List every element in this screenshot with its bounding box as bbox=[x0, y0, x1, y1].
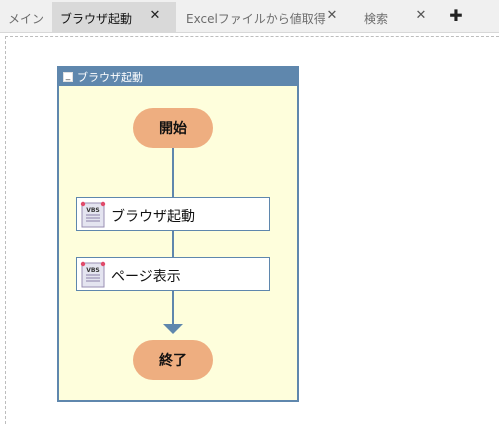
action-browser-launch[interactable]: VBS ブラウザ起動 bbox=[76, 197, 270, 231]
tab-main[interactable]: メイン bbox=[0, 2, 48, 32]
action-label: ブラウザ起動 bbox=[111, 209, 195, 225]
tab-label: Excelファイルから値取得 bbox=[186, 12, 326, 26]
start-node[interactable]: 開始 bbox=[133, 108, 213, 148]
tab-excel-get-value[interactable]: Excelファイルから値取得 ✕ bbox=[178, 2, 348, 32]
add-tab-icon[interactable]: ✚ bbox=[446, 6, 466, 26]
tab-label: メイン bbox=[8, 12, 45, 26]
svg-text:VBS: VBS bbox=[86, 207, 100, 214]
tab-browser-launch[interactable]: ブラウザ起動 ✕ bbox=[52, 2, 176, 32]
tab-bar: メイン ブラウザ起動 ✕ Excelファイルから値取得 ✕ 検索 ✕ ✚ bbox=[0, 0, 499, 33]
close-icon[interactable]: ✕ bbox=[148, 9, 162, 23]
svg-text:VBS: VBS bbox=[86, 267, 100, 274]
vbs-script-icon: VBS bbox=[80, 261, 106, 288]
action-label: ページ表示 bbox=[111, 269, 181, 285]
tab-search[interactable]: 検索 ✕ bbox=[356, 2, 440, 32]
group-title: ブラウザ起動 bbox=[77, 71, 143, 84]
vbs-script-icon: VBS bbox=[80, 201, 106, 228]
collapse-icon[interactable]: _ bbox=[63, 72, 73, 82]
action-page-display[interactable]: VBS ページ表示 bbox=[76, 257, 270, 291]
tab-label: ブラウザ起動 bbox=[60, 12, 133, 26]
end-node[interactable]: 終了 bbox=[133, 340, 213, 380]
close-icon[interactable]: ✕ bbox=[325, 9, 339, 23]
tab-label: 検索 bbox=[364, 12, 389, 26]
close-icon[interactable]: ✕ bbox=[414, 9, 428, 23]
group-header[interactable]: _ ブラウザ起動 bbox=[59, 68, 297, 86]
